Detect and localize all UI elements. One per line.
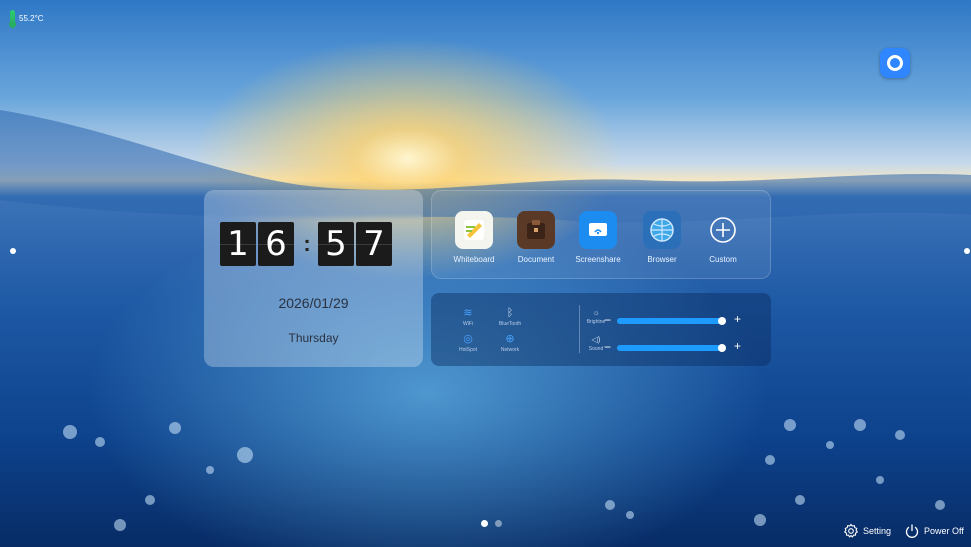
toggle-network-label: Network	[500, 347, 520, 353]
right-sidebar-handle[interactable]	[964, 248, 970, 254]
toggle-wifi-label: WiFi	[463, 321, 473, 327]
brightness-fill	[617, 318, 722, 324]
app-ring-icon	[887, 55, 903, 71]
app-document[interactable]: Document	[504, 211, 568, 264]
setting-label: Setting	[863, 526, 892, 536]
document-icon	[517, 211, 555, 249]
flip-clock: 1 6 : 5 7	[220, 222, 394, 266]
toggle-bluetooth[interactable]: ᛒ BlueTooth	[488, 307, 532, 327]
clock-minute-tens: 5	[318, 222, 354, 266]
page-indicator-2[interactable]	[495, 520, 502, 527]
toggle-hotspot-label: HotSpot	[458, 347, 478, 353]
app-screenshare-label: Screenshare	[575, 255, 621, 264]
clock-widget: 1 6 : 5 7 2026/01/29 Thursday	[204, 190, 423, 367]
app-browser-label: Browser	[647, 255, 677, 264]
bluetooth-icon: ᛒ	[506, 307, 514, 319]
brightness-track[interactable]	[617, 317, 726, 325]
app-custom[interactable]: Custom	[691, 211, 755, 264]
sound-track[interactable]	[617, 344, 726, 352]
sound-increase-button[interactable]: +	[734, 339, 741, 353]
page-indicator-1[interactable]	[481, 520, 488, 527]
temperature-indicator: 55.2°C	[9, 10, 44, 28]
home-screen: 55.2°C 1 6 : 5 7 2026/01/29 Thursday Whi…	[0, 0, 971, 547]
whiteboard-icon	[455, 211, 493, 249]
power-off-label: Power Off	[924, 526, 964, 536]
hotspot-icon: ◎	[463, 333, 473, 345]
brightness-knob[interactable]	[717, 317, 726, 325]
app-browser[interactable]: Browser	[630, 211, 694, 264]
clock-minute-ones: 7	[356, 222, 392, 266]
app-screenshare[interactable]: Screenshare	[566, 211, 630, 264]
left-sidebar-handle[interactable]	[10, 248, 16, 254]
clock-date: 2026/01/29	[278, 295, 349, 311]
app-custom-label: Custom	[709, 255, 737, 264]
app-whiteboard[interactable]: Whiteboard	[442, 211, 506, 264]
clock-weekday: Thursday	[288, 331, 339, 345]
clock-hour-tens: 1	[220, 222, 256, 266]
network-icon: ⊕	[505, 333, 515, 345]
brightness-increase-button[interactable]: +	[734, 312, 741, 326]
brightness-decrease-button[interactable]: −	[604, 313, 611, 327]
temperature-value: 55.2°C	[19, 13, 44, 23]
toggle-bluetooth-label: BlueTooth	[498, 321, 522, 327]
brightness-slider[interactable]: ☼ Brightne − +	[572, 308, 752, 328]
clock-hour-ones: 6	[258, 222, 294, 266]
screenshare-icon	[579, 211, 617, 249]
floating-app-button[interactable]	[880, 48, 910, 78]
sound-knob[interactable]	[717, 344, 726, 352]
toggle-hotspot[interactable]: ◎ HotSpot	[446, 333, 490, 353]
quick-control-panel: ≋ WiFi ᛒ BlueTooth ◎ HotSpot ⊕ Network ☼…	[431, 293, 771, 366]
toggle-network[interactable]: ⊕ Network	[488, 333, 532, 353]
add-icon	[704, 211, 742, 249]
sound-label: Sound	[588, 346, 604, 352]
power-icon	[905, 524, 919, 538]
sound-decrease-button[interactable]: −	[604, 340, 611, 354]
gear-icon	[843, 523, 859, 538]
app-whiteboard-label: Whiteboard	[453, 255, 495, 264]
browser-icon	[643, 211, 681, 249]
brightness-label: Brightne	[586, 319, 606, 325]
app-document-label: Document	[517, 255, 555, 264]
toggle-wifi[interactable]: ≋ WiFi	[446, 307, 490, 327]
app-launcher: Whiteboard Document Screenshare Browser …	[431, 190, 771, 279]
power-off-button[interactable]: Power Off	[904, 523, 964, 539]
setting-button[interactable]: Setting	[843, 523, 891, 539]
wifi-icon: ≋	[463, 307, 473, 319]
clock-separator: :	[303, 231, 311, 256]
sound-fill	[617, 345, 722, 351]
sound-slider[interactable]: ◁) Sound − +	[572, 335, 752, 355]
thermometer-icon	[9, 10, 16, 28]
